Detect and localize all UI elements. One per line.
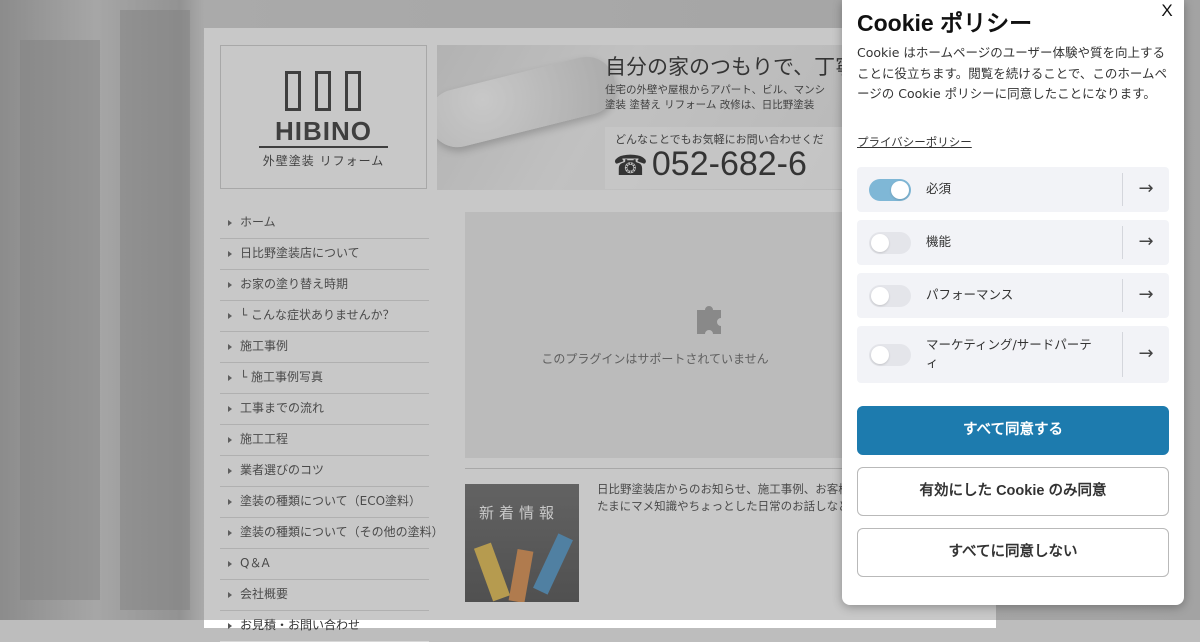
toggle-performance[interactable] xyxy=(869,285,911,307)
toggle-necessary[interactable] xyxy=(869,179,911,201)
row-divider xyxy=(1122,279,1123,312)
toggle-knob xyxy=(871,234,889,252)
arrow-right-icon[interactable]: → xyxy=(1135,345,1157,363)
category-label: マーケティング/サードパーティ xyxy=(926,337,1092,370)
cookie-description: Cookie はホームページのユーザー体験や質を向上することに役立ちます。閲覧を… xyxy=(857,45,1168,101)
cookie-category-row[interactable]: パフォーマンス → xyxy=(857,273,1169,318)
toggle-marketing[interactable] xyxy=(869,344,911,366)
cookie-category-row[interactable]: 必須 → xyxy=(857,167,1169,212)
cookie-category-row[interactable]: マーケティング/サードパーティ → xyxy=(857,326,1169,383)
toggle-functional[interactable] xyxy=(869,232,911,254)
category-label: 必須 xyxy=(926,181,952,196)
close-button[interactable]: X xyxy=(1156,0,1178,22)
cookie-panel-title: Cookie ポリシー xyxy=(857,10,1033,36)
row-divider xyxy=(1122,332,1123,377)
arrow-right-icon[interactable]: → xyxy=(1135,233,1157,251)
accept-selected-button[interactable]: 有効にした Cookie のみ同意 xyxy=(857,467,1169,516)
toggle-knob xyxy=(871,287,889,305)
arrow-right-icon[interactable]: → xyxy=(1135,286,1157,304)
toggle-knob xyxy=(871,346,889,364)
privacy-policy-link[interactable]: プライバシーポリシー xyxy=(857,134,972,150)
category-label: パフォーマンス xyxy=(926,287,1014,302)
row-divider xyxy=(1122,173,1123,206)
category-label: 機能 xyxy=(926,234,952,249)
reject-all-button[interactable]: すべてに同意しない xyxy=(857,528,1169,577)
accept-all-button[interactable]: すべて同意する xyxy=(857,406,1169,455)
toggle-knob xyxy=(891,181,909,199)
row-divider xyxy=(1122,226,1123,259)
cookie-policy-panel: Cookie ポリシー X Cookie はホームページのユーザー体験や質を向上… xyxy=(842,0,1184,605)
cookie-category-row[interactable]: 機能 → xyxy=(857,220,1169,265)
arrow-right-icon[interactable]: → xyxy=(1135,180,1157,198)
